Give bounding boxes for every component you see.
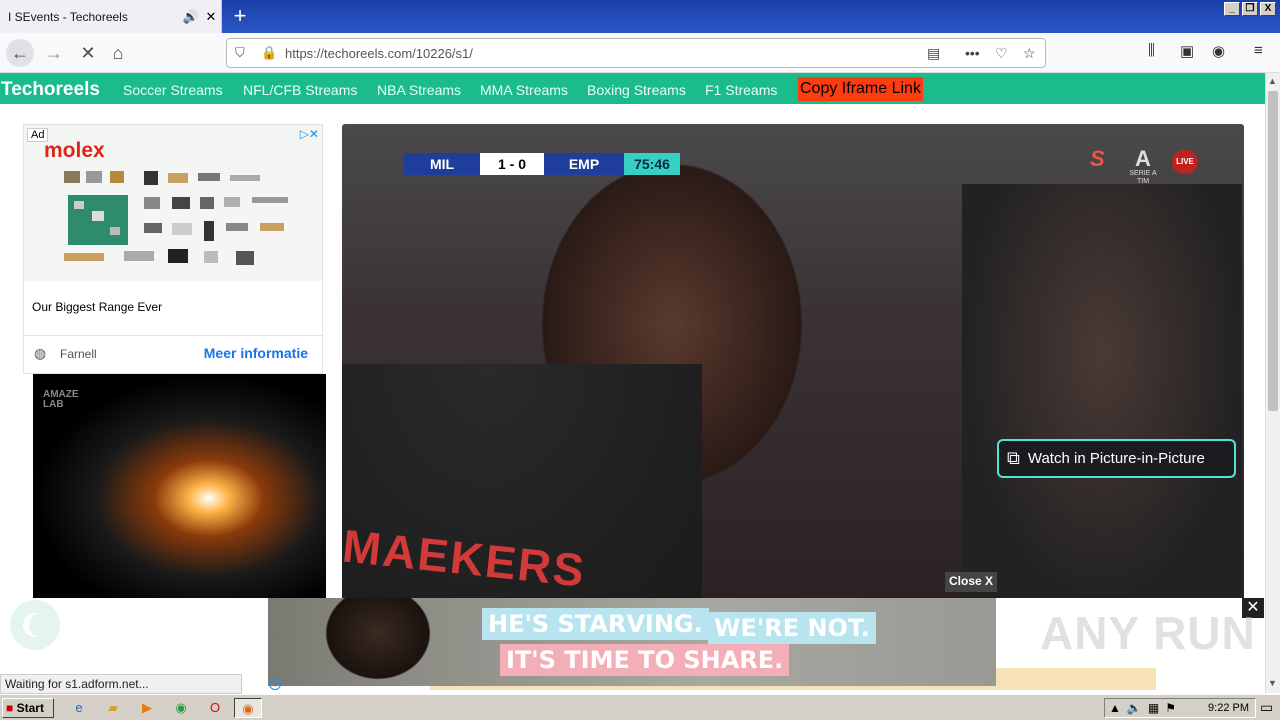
site-brand[interactable]: Techoreels bbox=[1, 79, 100, 101]
ad-line-2: IT'S TIME TO SHARE. bbox=[500, 644, 790, 676]
window-controls: _ ❐ X bbox=[1224, 2, 1276, 16]
picture-in-picture-icon: ⧉ bbox=[1007, 448, 1020, 468]
ie-icon[interactable]: e bbox=[68, 698, 90, 718]
scroll-up-arrow-icon[interactable]: ▲ bbox=[1268, 76, 1277, 86]
restore-button[interactable]: ❐ bbox=[1242, 2, 1258, 16]
page-scrollbar[interactable]: ▲ ▼ bbox=[1265, 73, 1280, 693]
watermark: ANY RUN bbox=[1040, 607, 1256, 659]
ad-advertiser[interactable]: Farnell bbox=[60, 347, 97, 361]
serie-a-logo: A SERIE A TIM bbox=[1129, 146, 1157, 186]
tracking-shield-icon[interactable]: ⛉ bbox=[235, 45, 245, 61]
video-frame-background bbox=[962, 184, 1242, 600]
home-team: MIL bbox=[404, 153, 480, 175]
ad-line-1a: HE'S STARVING. bbox=[482, 608, 709, 640]
ad-child-image bbox=[318, 598, 438, 686]
folder-icon[interactable]: ▰ bbox=[102, 698, 124, 718]
taskbar: ■ Start e ▰ ▶ ◉ O ◉ ▲ 🔈 ▦ ⚑ 9:22 PM ▭ bbox=[0, 694, 1280, 720]
browser-tab[interactable]: I SEvents - Techoreels 🔊 ✕ bbox=[0, 0, 222, 33]
nav-nfl-streams[interactable]: NFL/CFB Streams bbox=[243, 82, 357, 98]
tray-expand-icon[interactable]: ▲ bbox=[1109, 701, 1121, 715]
menu-icon[interactable]: ≡ bbox=[1254, 42, 1263, 59]
dark-mode-toggle[interactable] bbox=[10, 600, 60, 650]
site-nav: Techoreels Soccer Streams NFL/CFB Stream… bbox=[0, 73, 1265, 104]
stop-loading-icon[interactable]: ✕ bbox=[74, 39, 102, 67]
lock-icon[interactable]: 🔒 bbox=[261, 45, 277, 61]
navigation-toolbar: ← → ✕ ⌂ ⛉ 🔒 https://techoreels.com/10226… bbox=[0, 33, 1280, 73]
connectors-image bbox=[64, 171, 288, 265]
sidebar-ad-2[interactable]: AMAZE LAB bbox=[33, 374, 326, 600]
ad-cta-button[interactable]: Meer informatie bbox=[204, 345, 308, 361]
sidebar-ad[interactable]: molex Ad ▷✕ Our Biggest Range Ever ◍ Far… bbox=[23, 124, 323, 374]
url-bar[interactable]: ⛉ 🔒 https://techoreels.com/10226/s1/ ▤ •… bbox=[226, 38, 1046, 68]
flag-icon[interactable]: ⚑ bbox=[1165, 701, 1176, 715]
start-label: Start bbox=[16, 701, 44, 715]
nav-soccer-streams[interactable]: Soccer Streams bbox=[123, 82, 223, 98]
windows-logo-icon: ■ bbox=[6, 701, 14, 715]
nav-nba-streams[interactable]: NBA Streams bbox=[377, 82, 461, 98]
ad-divider bbox=[24, 335, 322, 336]
minimize-button[interactable]: _ bbox=[1224, 2, 1240, 16]
tab-title: I SEvents - Techoreels bbox=[8, 9, 128, 24]
network-icon[interactable]: ▦ bbox=[1148, 701, 1159, 715]
url-text[interactable]: https://techoreels.com/10226/s1/ bbox=[285, 46, 473, 61]
tab-close-icon[interactable]: ✕ bbox=[201, 9, 221, 25]
nav-mma-streams[interactable]: MMA Streams bbox=[480, 82, 568, 98]
forward-arrow-icon[interactable]: → bbox=[40, 39, 68, 67]
ad-brand-logo: molex bbox=[44, 139, 105, 162]
new-tab-button[interactable]: + bbox=[226, 4, 254, 30]
copy-iframe-link-button[interactable]: Copy Iframe Link bbox=[798, 77, 923, 101]
opera-icon[interactable]: O bbox=[204, 698, 226, 718]
library-icon[interactable]: ⫼ bbox=[1148, 42, 1155, 59]
bottom-banner-ad[interactable]: HE'S STARVING. WE'RE NOT. IT'S TIME TO S… bbox=[268, 598, 996, 686]
window-close-button[interactable]: X bbox=[1260, 2, 1276, 16]
status-bar: Waiting for s1.adform.net... bbox=[0, 674, 242, 694]
tab-strip: I SEvents - Techoreels 🔊 ✕ + _ ❐ X bbox=[0, 0, 1280, 33]
scroll-down-arrow-icon[interactable]: ▼ bbox=[1268, 678, 1277, 688]
live-badge: LIVE bbox=[1172, 150, 1198, 174]
scoreboard: MIL 1 - 0 EMP 75:46 bbox=[404, 153, 680, 175]
close-video-ad-button[interactable]: Close X bbox=[945, 572, 998, 592]
nav-boxing-streams[interactable]: Boxing Streams bbox=[587, 82, 686, 98]
video-player[interactable]: MAEKERS MIL 1 - 0 EMP 75:46 S A SERIE AT… bbox=[342, 124, 1244, 600]
ad-logo: AMAZE LAB bbox=[43, 389, 79, 410]
ad-image[interactable]: molex bbox=[24, 125, 322, 281]
firefox-taskbar-button[interactable]: ◉ bbox=[234, 698, 262, 718]
page-actions-icon[interactable]: ••• bbox=[965, 45, 980, 61]
scrollbar-thumb[interactable] bbox=[1268, 91, 1278, 411]
show-desktop-icon[interactable]: ▭ bbox=[1260, 699, 1273, 716]
away-team: EMP bbox=[544, 153, 624, 175]
chrome-icon[interactable]: ◉ bbox=[170, 698, 192, 718]
volume-icon[interactable]: 🔈 bbox=[1127, 701, 1142, 715]
speaker-icon[interactable]: 🔊 bbox=[181, 9, 201, 25]
score: 1 - 0 bbox=[480, 153, 544, 175]
account-icon[interactable]: ◉ bbox=[1212, 42, 1225, 60]
media-player-icon[interactable]: ▶ bbox=[136, 698, 158, 718]
picture-in-picture-button[interactable]: ⧉ Watch in Picture-in-Picture bbox=[997, 439, 1236, 478]
back-arrow-icon[interactable]: ← bbox=[6, 39, 34, 67]
ad-label: Ad bbox=[27, 128, 49, 142]
adchoices-close-icon[interactable]: ▷✕ bbox=[300, 127, 319, 141]
nav-f1-streams[interactable]: F1 Streams bbox=[705, 82, 777, 98]
home-icon[interactable]: ⌂ bbox=[104, 39, 132, 67]
globe-icon: ◍ bbox=[34, 345, 47, 361]
broadcaster-logo-icon: S bbox=[1090, 146, 1105, 171]
match-clock: 75:46 bbox=[624, 153, 680, 175]
ad-line-1b: WE'RE NOT. bbox=[708, 612, 876, 644]
clock[interactable]: 9:22 PM bbox=[1208, 702, 1255, 714]
reader-view-icon[interactable]: ▤ bbox=[927, 45, 940, 62]
system-tray: ▲ 🔈 ▦ ⚑ 9:22 PM bbox=[1104, 698, 1256, 718]
sidebar-icon[interactable]: ▣ bbox=[1180, 42, 1194, 60]
ad-info-icon[interactable]: i bbox=[269, 678, 281, 690]
bookmark-star-icon[interactable]: ☆ bbox=[1023, 45, 1036, 62]
moon-icon bbox=[29, 613, 53, 637]
ad-headline[interactable]: Our Biggest Range Ever bbox=[32, 300, 162, 314]
start-button[interactable]: ■ Start bbox=[2, 698, 54, 718]
pip-label: Watch in Picture-in-Picture bbox=[1027, 450, 1205, 467]
pocket-icon[interactable]: ♡ bbox=[995, 45, 1008, 62]
